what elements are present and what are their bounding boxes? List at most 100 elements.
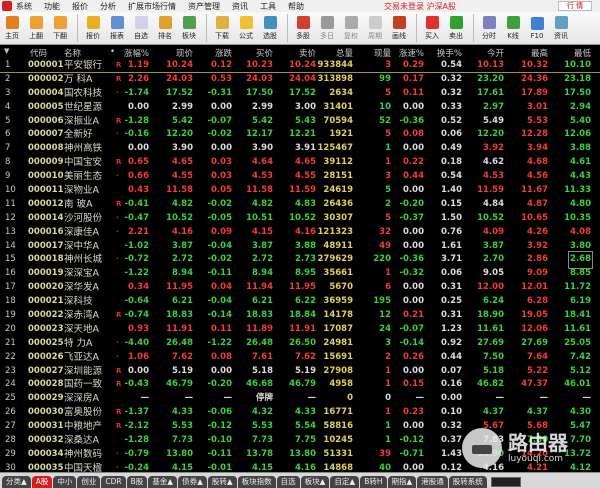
table-row[interactable]: 10 000011 深物业A 0.43 11.58 0.05 11.58 11.59 24619… — [0, 184, 600, 198]
column-header[interactable]: 总量 — [336, 47, 353, 59]
table-row[interactable]: 9 000010 美丽生态 · 0.66 4.55 0.03 4.53 4.55 28151 3 0.… — [0, 170, 600, 184]
column-header[interactable]: 换手% — [437, 47, 462, 59]
toolbar-button[interactable]: 买入 — [421, 15, 443, 41]
menu-item[interactable]: 报价 — [72, 1, 88, 12]
table-row[interactable]: 7 000008 神州高铁 0.00 3.90 0.00 3.90 3.91 125467 1 0.… — [0, 142, 600, 156]
toolbar-button[interactable]: 报表 — [106, 15, 128, 41]
market-tab[interactable]: CDR — [101, 476, 126, 488]
market-tab[interactable]: 港股通 — [417, 476, 448, 488]
table-row[interactable]: 3 000004 国农科技 · -1.74 17.52 -0.31 17.50 17.52 263… — [0, 87, 600, 101]
menu-item[interactable]: 工具 — [260, 1, 276, 12]
column-header[interactable]: 名称 — [64, 47, 81, 59]
toolbar-button[interactable]: 卖出 — [445, 15, 467, 41]
market-tab[interactable]: 板块指数 — [237, 476, 276, 488]
market-tab[interactable]: A股 — [31, 476, 53, 488]
market-tab[interactable]: 股转系统 — [448, 476, 487, 488]
toolbar-button[interactable]: 报价 — [82, 15, 104, 41]
toolbar-button[interactable]: 画线 — [388, 15, 410, 41]
column-header[interactable]: 现量 — [374, 47, 391, 59]
cell-code: 000012 — [28, 198, 64, 209]
table-row[interactable]: 20 000023 深天地A 0.93 11.91 0.11 11.89 11.91 17087… — [0, 323, 600, 337]
column-header[interactable]: 现价 — [176, 47, 193, 59]
toolbar-button[interactable]: 复权 — [340, 15, 362, 41]
table-row[interactable]: 22 000026 飞亚达A · 1.06 7.62 0.08 7.61 7.62 15691 2 0… — [0, 351, 600, 365]
table-row[interactable]: 17 000020 深华发A 0.34 11.95 0.04 11.94 11.95 5670 6… — [0, 281, 600, 295]
table-row[interactable]: 26 000030 富奥股份 R -1.37 4.33 -0.06 4.32 4.33 16771… — [0, 406, 600, 420]
toolbar-button[interactable]: 主页 — [1, 15, 23, 41]
market-tab[interactable]: 自定▲ — [330, 476, 360, 488]
market-tab[interactable]: B股 — [126, 476, 148, 488]
cell-ask: 3.00 — [295, 101, 316, 112]
table-row[interactable]: 4 000005 世纪星源 0.00 2.99 0.00 2.99 3.00 31401 10 0.… — [0, 101, 600, 115]
market-tab[interactable]: 板块▲ — [300, 476, 330, 488]
toolbar-button[interactable]: 上翻 — [25, 15, 47, 41]
toolbar-button[interactable]: 公式 — [235, 15, 257, 41]
menu-item[interactable]: 资产管理 — [188, 1, 220, 12]
market-tab[interactable]: B转H — [360, 476, 387, 488]
column-header[interactable]: 最高 — [531, 47, 548, 59]
column-header[interactable]: 买价 — [256, 47, 273, 59]
table-row[interactable]: 12 000014 沙河股份 · -0.47 10.52 -0.05 10.51 10.52 30… — [0, 212, 600, 226]
toolbar-button[interactable]: 自选 — [130, 15, 152, 41]
market-tab[interactable]: 基金▲ — [148, 476, 178, 488]
market-tab[interactable]: 股转▲ — [207, 476, 237, 488]
quote-mode-button[interactable]: 行 情 — [558, 1, 592, 11]
toolbar-button[interactable]: 多股 — [292, 15, 314, 41]
table-row[interactable]: 1 000001 平安银行 R 1.19 10.24 0.12 10.23 10.24 93384… — [0, 59, 600, 73]
table-row[interactable]: 2 000002 万 科A R 2.26 24.03 0.53 24.03 24.04 31389… — [0, 73, 600, 87]
market-tab[interactable]: 中小 — [53, 476, 77, 488]
column-header[interactable]: 涨跌 — [215, 47, 232, 59]
toolbar-button[interactable]: F10 — [526, 16, 548, 40]
toolbar-button[interactable]: 下翻 — [49, 15, 71, 41]
cell-change-pct: 1.19 — [128, 60, 149, 70]
toolbar-button[interactable]: 下载 — [211, 15, 233, 41]
table-row[interactable]: 8 000009 中国宝安 R 0.65 4.65 0.03 4.64 4.65 39112 1 0.… — [0, 156, 600, 170]
market-tab[interactable]: 分类▲ — [2, 476, 31, 488]
cell-price: 10.24 — [166, 60, 193, 70]
toolbar-button[interactable]: 板块 — [178, 15, 200, 41]
column-header[interactable]: 卖价 — [299, 47, 316, 59]
table-row[interactable]: 14 000017 深中华A -1.02 3.87 -0.04 3.87 3.88 48911 4… — [0, 240, 600, 254]
column-header[interactable]: 涨速% — [399, 47, 424, 59]
table-row[interactable]: 16 000019 深深宝A -1.22 8.94 -0.11 8.94 8.95 35661 1… — [0, 267, 600, 281]
toolbar-button[interactable]: 选股 — [259, 15, 281, 41]
market-tab[interactable]: 债券▲ — [178, 476, 207, 488]
toolbar-button[interactable]: 资讯 — [550, 15, 572, 41]
market-tab[interactable]: 创业 — [77, 476, 101, 488]
table-row[interactable]: 15 000018 神州长城 · -0.72 2.72 -0.02 2.72 2.73 27962… — [0, 251, 600, 270]
toolbar-button[interactable]: K线 — [502, 15, 524, 41]
tab-scroll-box[interactable] — [490, 477, 521, 487]
column-header[interactable]: 最低 — [574, 47, 591, 59]
table-row[interactable]: 5 000006 深振业A R -1.28 5.42 -0.07 5.42 5.43 70594 5… — [0, 115, 600, 129]
table-row[interactable]: 24 000028 国药一致 R -0.43 46.79 -0.20 46.68 46.79 49… — [0, 378, 600, 392]
menu-item[interactable]: 分析 — [100, 1, 116, 12]
cell-high: 12.28 — [521, 129, 548, 140]
menu-item[interactable]: 帮助 — [288, 1, 304, 12]
table-row[interactable]: 19 000022 深赤湾A R -0.74 18.83 -0.14 18.83 18.84 14… — [0, 309, 600, 323]
table-row[interactable]: 6 000007 全新好 · -0.16 12.20 -0.02 12.17 12.21 1921… — [0, 128, 600, 142]
menu-item[interactable]: 系统 — [16, 1, 32, 12]
toolbar-button[interactable]: 多日 — [316, 15, 338, 41]
table-row[interactable]: 11 000012 南 玻A R -0.41 4.82 -0.02 4.82 4.83 26436… — [0, 198, 600, 212]
table-row[interactable]: 13 000016 深康佳A · 2.21 4.16 0.09 4.15 4.16 121323 3… — [0, 226, 600, 240]
menu-item[interactable]: 资讯 — [232, 1, 248, 12]
toolbar-button[interactable]: 周期 — [364, 15, 386, 41]
toolbar-button[interactable]: 排名 — [154, 15, 176, 41]
cell-name: 深赤湾A — [64, 310, 99, 322]
column-header[interactable]: 代码 — [30, 47, 47, 59]
table-row[interactable]: 23 000027 深圳能源 R 0.00 5.19 0.00 5.18 5.19 27908 1 0… — [0, 365, 600, 379]
market-tab[interactable]: 期指▲ — [387, 476, 417, 488]
column-menu-icon[interactable]: ▼ — [4, 47, 9, 55]
menu-item[interactable]: 功能 — [44, 1, 60, 12]
table-row[interactable]: 18 000021 深科技 -0.64 6.21 -0.04 6.21 6.22 36959 19… — [0, 295, 600, 309]
cell-name: 深中华A — [64, 240, 99, 252]
toolbar-button[interactable]: 分时 — [478, 15, 500, 41]
table-row[interactable]: 21 000025 特 力A · -4.40 26.48 -1.22 26.48 26.50 24… — [0, 337, 600, 351]
column-header[interactable]: 涨幅% — [124, 47, 149, 59]
market-tab[interactable]: 自选 — [276, 476, 300, 488]
cell-turnover: 0.49 — [441, 143, 462, 154]
row-index: 8 — [5, 157, 11, 168]
table-row[interactable]: 25 000029 深深房A — — — 停牌 — 0 0 — 0.00 — — — — [0, 392, 600, 406]
menu-item[interactable]: 扩展市场行情 — [128, 1, 176, 12]
column-header[interactable]: 今开 — [487, 47, 504, 59]
